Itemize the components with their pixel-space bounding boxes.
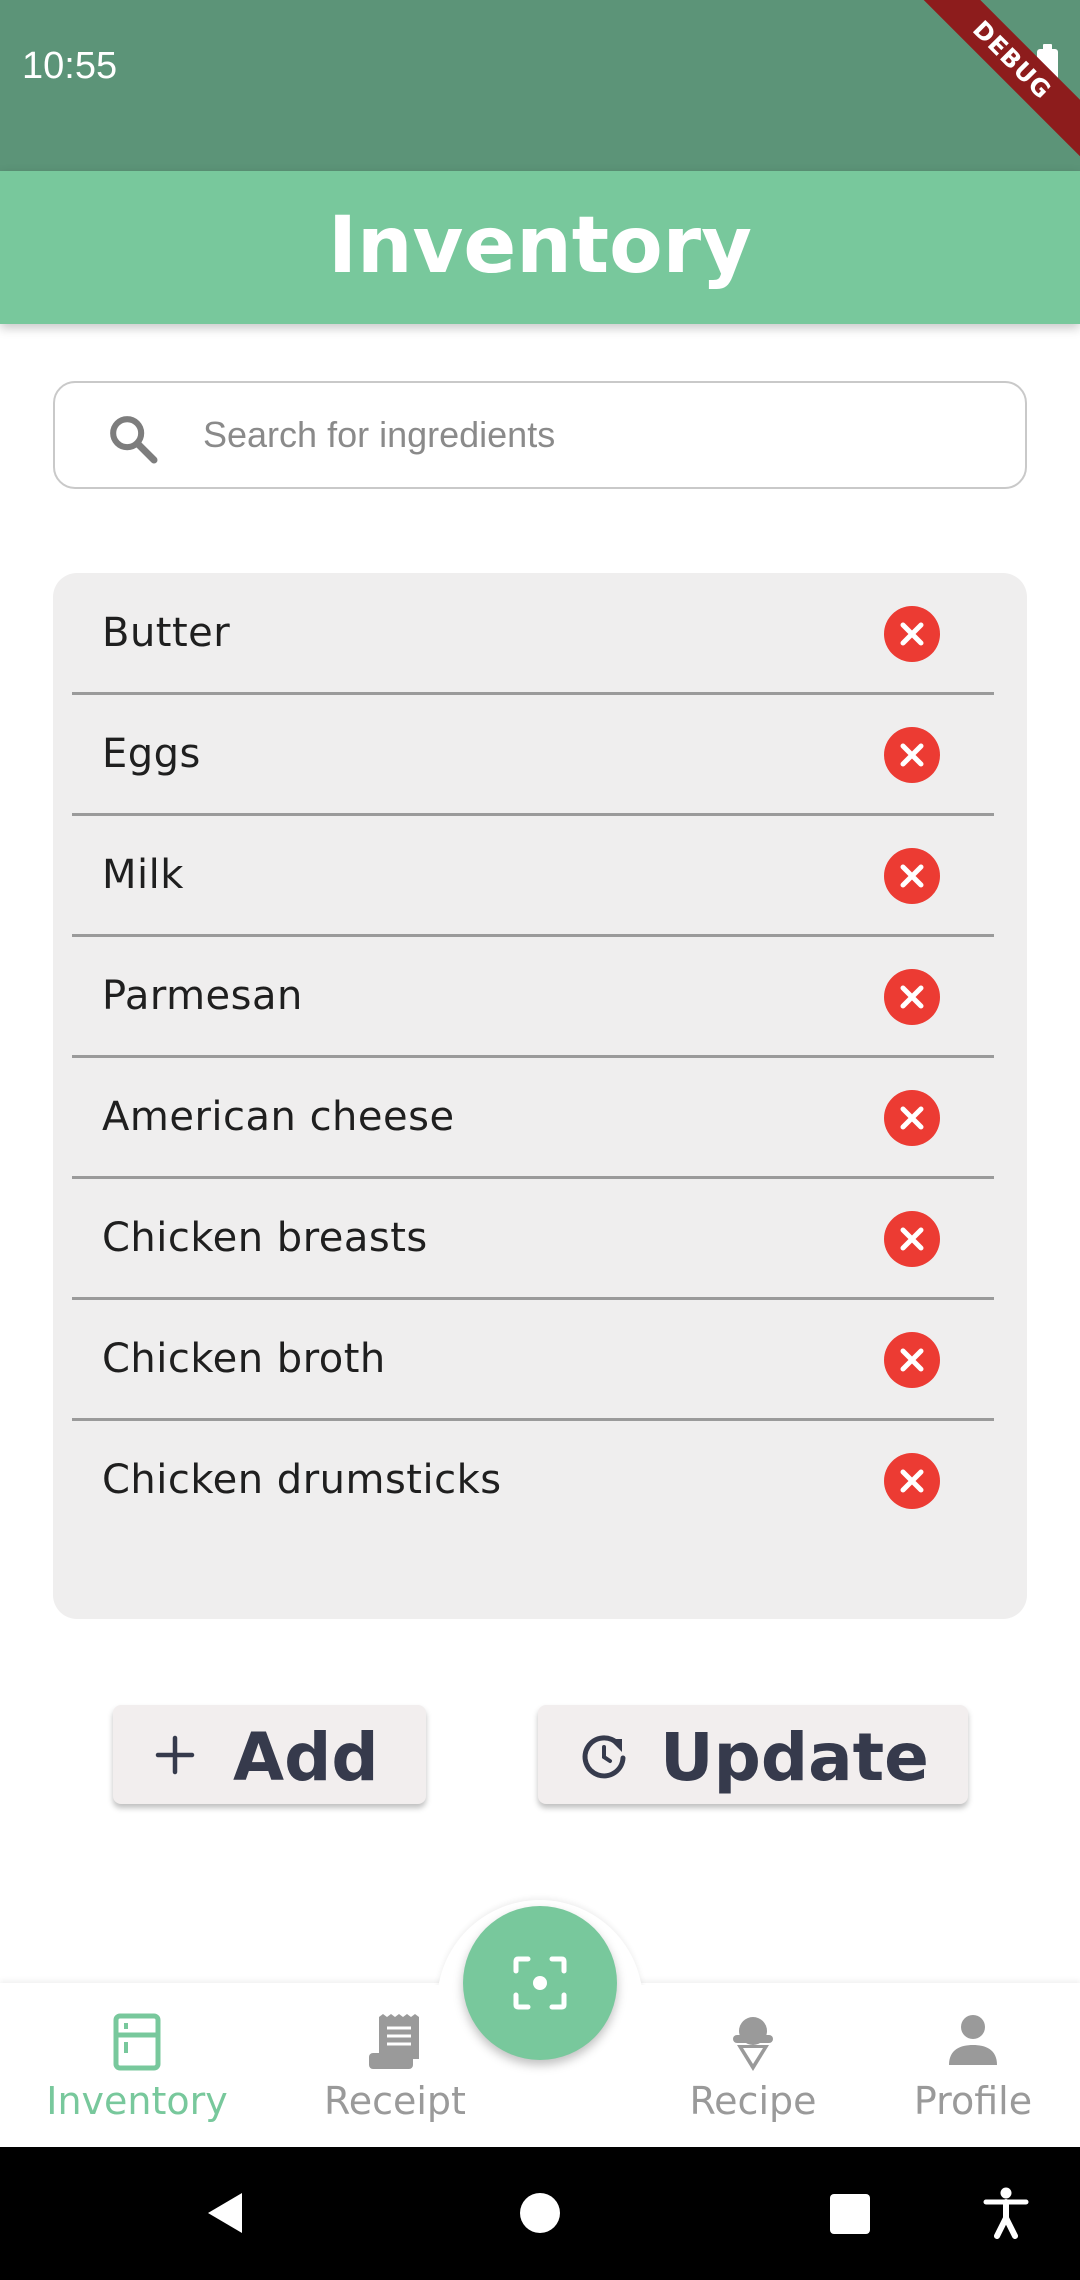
- scan-button[interactable]: [463, 1906, 617, 2060]
- nav-label: Recipe: [689, 2079, 817, 2123]
- ice-cream-icon: [733, 2017, 773, 2071]
- recents-icon[interactable]: [829, 2193, 871, 2235]
- remove-item-button[interactable]: [884, 1211, 940, 1267]
- item-label: Chicken drumsticks: [102, 1457, 502, 1503]
- list-item: American cheese: [72, 1058, 994, 1179]
- status-bar: 10:55 DEBUG: [0, 0, 1080, 171]
- remove-item-button[interactable]: [884, 606, 940, 662]
- remove-item-button[interactable]: [884, 848, 940, 904]
- remove-item-button[interactable]: [884, 1090, 940, 1146]
- search-box[interactable]: [53, 381, 1027, 489]
- debug-banner: DEBUG: [905, 0, 1080, 167]
- list-item: Milk: [72, 816, 994, 937]
- person-icon: [949, 2015, 997, 2065]
- cancel-circle-icon: [900, 1106, 924, 1130]
- search-icon: [110, 416, 158, 464]
- cancel-circle-icon: [900, 622, 924, 646]
- cancel-circle-icon: [900, 1469, 924, 1493]
- update-button-label: Update: [660, 1719, 929, 1796]
- fridge-icon: [113, 2013, 161, 2071]
- accessibility-icon[interactable]: [983, 2187, 1029, 2239]
- receipt-icon: [369, 2014, 419, 2069]
- remove-item-button[interactable]: [884, 1332, 940, 1388]
- cancel-circle-icon: [900, 1227, 924, 1251]
- scan-icon: [513, 1956, 567, 2010]
- plus-icon: [155, 1735, 195, 1775]
- system-nav-bar: [0, 2147, 1080, 2280]
- list-item: Chicken broth: [72, 1300, 994, 1421]
- remove-item-button[interactable]: [884, 727, 940, 783]
- item-label: Chicken broth: [102, 1336, 386, 1382]
- item-label: Parmesan: [102, 973, 303, 1019]
- update-button[interactable]: Update: [538, 1705, 968, 1804]
- list-item: Parmesan: [72, 937, 994, 1058]
- refresh-icon: [582, 1735, 626, 1779]
- page-title: Inventory: [327, 201, 752, 291]
- search-input[interactable]: [203, 403, 983, 467]
- item-label: Butter: [102, 610, 231, 656]
- remove-item-button[interactable]: [884, 1453, 940, 1509]
- cancel-circle-icon: [900, 1348, 924, 1372]
- list-item: Butter: [72, 574, 994, 695]
- cancel-circle-icon: [900, 743, 924, 767]
- nav-item-profile[interactable]: Profile: [868, 1983, 1078, 2147]
- inventory-list: Butter Eggs Milk Parmesan American chees…: [53, 573, 1027, 1619]
- nav-label: Profile: [913, 2079, 1033, 2123]
- item-label: Eggs: [102, 731, 201, 777]
- list-item: Chicken drumsticks: [72, 1421, 994, 1542]
- add-button-label: Add: [233, 1719, 379, 1796]
- add-button[interactable]: Add: [113, 1705, 426, 1804]
- nav-item-inventory[interactable]: Inventory: [22, 1983, 252, 2147]
- list-item: Eggs: [72, 695, 994, 816]
- nav-label: Receipt: [324, 2079, 466, 2123]
- item-label: Chicken breasts: [102, 1215, 428, 1261]
- status-clock: 10:55: [22, 45, 118, 87]
- home-icon[interactable]: [519, 2192, 561, 2234]
- item-label: American cheese: [102, 1094, 455, 1140]
- nav-item-recipe[interactable]: Recipe: [648, 1983, 858, 2147]
- nav-label: Inventory: [46, 2079, 228, 2123]
- cancel-circle-icon: [900, 985, 924, 1009]
- item-label: Milk: [102, 852, 184, 898]
- list-item: Chicken breasts: [72, 1179, 994, 1300]
- app-bar: Inventory: [0, 171, 1080, 324]
- remove-item-button[interactable]: [884, 969, 940, 1025]
- cancel-circle-icon: [900, 864, 924, 888]
- back-icon[interactable]: [204, 2190, 246, 2236]
